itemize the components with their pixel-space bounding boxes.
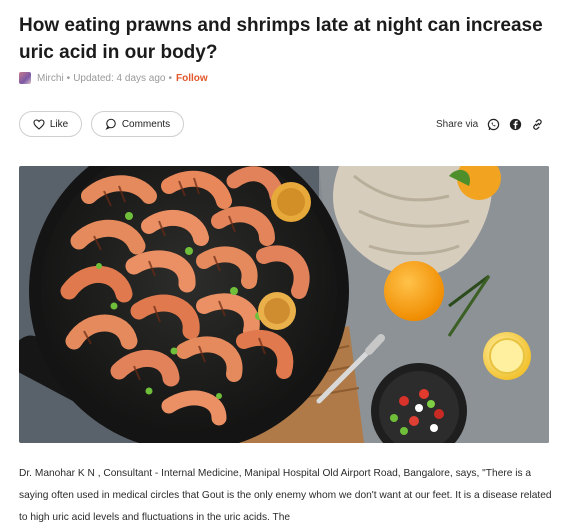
share-label: Share via xyxy=(436,118,479,130)
follow-button[interactable]: Follow xyxy=(176,73,208,84)
comment-bubble-icon xyxy=(105,118,116,130)
meta-separator: • xyxy=(66,72,71,84)
article-title: How eating prawns and shrimps late at ni… xyxy=(19,15,543,63)
article-body-paragraph: Dr. Manohar K N , Consultant - Internal … xyxy=(19,468,552,523)
link-icon[interactable] xyxy=(531,118,544,131)
meta-separator: • xyxy=(168,72,172,84)
facebook-icon[interactable] xyxy=(509,118,522,131)
comments-label: Comments xyxy=(121,118,171,130)
like-button[interactable]: Like xyxy=(19,111,82,137)
updated-time: Updated: 4 days ago xyxy=(73,72,166,84)
comments-button[interactable]: Comments xyxy=(91,111,184,137)
author-avatar[interactable] xyxy=(19,72,31,84)
author-name[interactable]: Mirchi xyxy=(37,73,64,84)
like-label: Like xyxy=(49,118,69,130)
article-hero-image xyxy=(19,166,549,443)
share-bar: Share via xyxy=(436,116,544,132)
article-meta: Mirchi • Updated: 4 days ago • Follow xyxy=(19,71,208,85)
whatsapp-icon[interactable] xyxy=(487,118,500,131)
heart-icon xyxy=(33,118,45,130)
